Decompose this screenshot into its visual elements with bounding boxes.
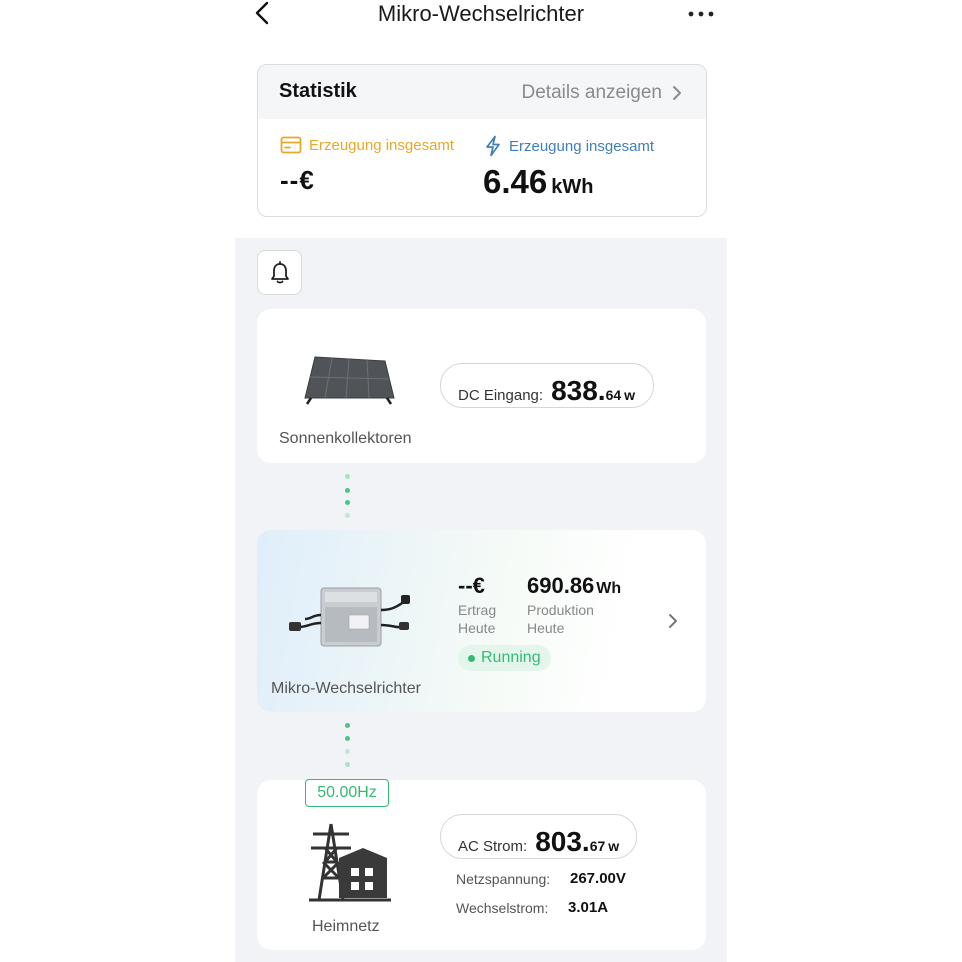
details-link[interactable]: Details anzeigen [522, 82, 682, 104]
more-horizontal-icon [688, 11, 714, 17]
grid-voltage-label: Netzspannung: [456, 871, 551, 887]
alarm-button[interactable] [257, 250, 302, 295]
energy-total-label-group: Erzeugung insgesamt [484, 135, 654, 157]
chevron-right-icon[interactable] [667, 612, 679, 630]
dc-input-value-dec: 64 [605, 387, 622, 403]
flow-dot [345, 736, 350, 741]
dc-input-label: DC Eingang [458, 387, 539, 404]
grid-current-label-text: Wechselstrom [456, 900, 545, 916]
chevron-right-icon [673, 86, 681, 100]
frequency-badge: 50.00Hz [305, 779, 389, 807]
money-total-label: Erzeugung insgesamt [309, 136, 455, 154]
flow-dot [345, 762, 350, 767]
flow-dot [345, 500, 350, 505]
ac-power-value-int: 803. [535, 826, 590, 857]
inverter-caption: Mikro-Wechselrichter [271, 680, 421, 697]
status-dot-icon [468, 654, 475, 662]
dc-input-unit: w [624, 387, 636, 403]
solar-caption: Sonnenkollektoren [279, 430, 412, 447]
energy-total-unit: kWh [551, 176, 594, 198]
details-link-label: Details anzeigen [521, 82, 662, 103]
flow-dot [345, 474, 350, 479]
yield-today-label: Ertrag Heute [458, 601, 496, 637]
money-total-label-group: Erzeugung insgesamt [280, 135, 454, 155]
status-badge: Running [458, 645, 551, 671]
statistics-header: Statistik Details anzeigen [258, 65, 706, 119]
page-title: Mikro-Wechselrichter [377, 1, 585, 26]
statistics-card: Statistik Details anzeigen Erzeugung ins… [257, 64, 707, 217]
production-today-label-line2: Heute [527, 620, 565, 636]
lightning-icon [486, 135, 500, 157]
yield-today-label-line2: Heute [458, 620, 496, 636]
solar-panel-icon [304, 356, 395, 405]
yield-today-label-line1: Ertrag [458, 602, 497, 618]
bell-icon [270, 260, 289, 283]
production-today-unit: Wh [596, 580, 622, 597]
ac-power-unit: w [608, 838, 620, 854]
grid-voltage-label-text: Netzspannung [456, 871, 547, 887]
micro-inverter-icon [289, 587, 410, 647]
production-today-label-line1: Produktion [527, 602, 594, 618]
ac-power-value-dec: 67 [589, 838, 606, 854]
production-today-value: 690.86 [527, 573, 595, 598]
energy-total-label: Erzeugung insgesamt [509, 137, 655, 155]
status-label: Running [481, 649, 541, 666]
grid-current-value: 3.01A [568, 899, 609, 916]
ac-power-label: AC Strom [458, 838, 524, 855]
flow-dot [345, 723, 350, 728]
dc-input-value-int: 838. [551, 375, 606, 406]
energy-total-value: 6.46 [483, 163, 548, 200]
ac-power-pill: AC Strom: 803. 67 w [440, 814, 637, 859]
energy-total-value-group: 6.46 kWh [483, 163, 593, 201]
power-tower-icon [309, 823, 391, 902]
solar-panel-card[interactable]: Sonnenkollektoren DC Eingang: 838. 64 w [257, 309, 706, 463]
grid-current-label: Wechselstrom: [456, 900, 549, 916]
inverter-card[interactable]: Mikro-Wechselrichter --€ Ertrag Heute 69… [257, 530, 706, 712]
dc-input-pill: DC Eingang: 838. 64 w [440, 363, 654, 408]
flow-dot [345, 749, 350, 754]
flow-dot [345, 513, 350, 518]
grid-caption: Heimnetz [312, 918, 380, 935]
production-today-value-group: 690.86 Wh [527, 573, 621, 599]
production-today-label: Produktion Heute [527, 601, 594, 637]
ac-power-colon: : [523, 838, 528, 855]
money-total-value: --€ [280, 165, 315, 195]
yield-today-value: --€ [458, 573, 485, 598]
statistics-title: Statistik [279, 80, 357, 102]
flow-dot [345, 488, 350, 493]
more-button[interactable] [684, 2, 720, 26]
grid-voltage-value: 267.00V [570, 870, 626, 887]
wallet-icon [280, 136, 302, 154]
dc-input-colon: : [538, 387, 544, 404]
